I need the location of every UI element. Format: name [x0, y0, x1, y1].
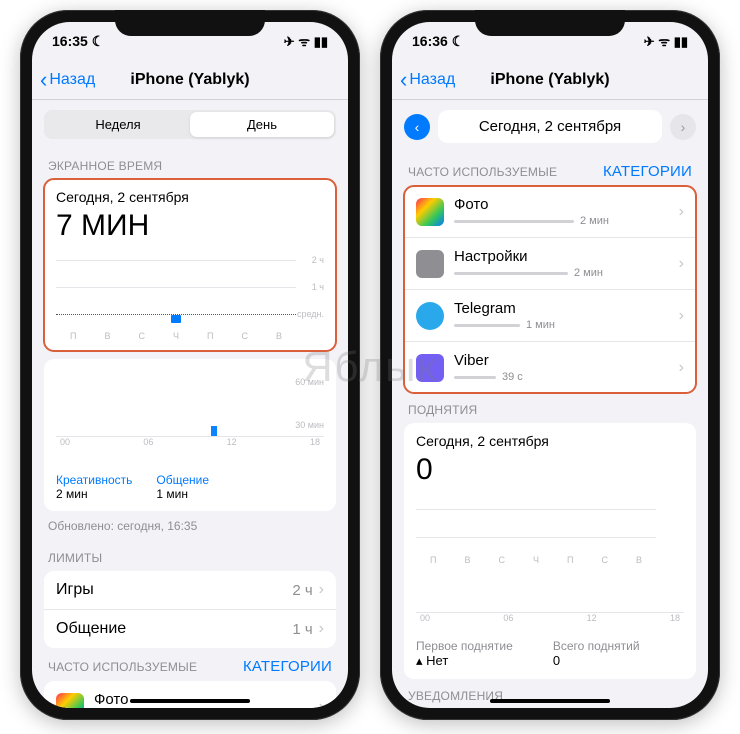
- limit-row[interactable]: Игры 2 ч›: [44, 571, 336, 610]
- pickups-date: Сегодня, 2 сентября: [416, 433, 684, 449]
- app-row[interactable]: Telegram 1 мин ›: [404, 290, 696, 342]
- phone-left: 16:35 ☾ ✈ ᯤ ▮▮ ‹ Назад iPhone (Yablyk) Н…: [20, 10, 360, 720]
- limits-list: Игры 2 ч› Общение 1 ч›: [44, 571, 336, 648]
- app-row[interactable]: Фото 2 мин ›: [404, 186, 696, 238]
- photos-icon: [416, 198, 444, 226]
- nav-bar: ‹ Назад iPhone (Yablyk): [392, 60, 708, 100]
- updated-text: Обновлено: сегодня, 16:35: [32, 511, 348, 541]
- pickups-hour-chart: 00061218: [416, 573, 684, 633]
- notch: [475, 10, 625, 36]
- screentime-date: Сегодня, 2 сентября: [56, 189, 324, 205]
- date-nav: ‹ Сегодня, 2 сентября ›: [404, 110, 696, 143]
- pickup-stats: Первое поднятие▴ Нет Всего поднятий0: [416, 639, 684, 669]
- section-header-mostused: ЧАСТО ИСПОЛЬЗУЕМЫЕ КАТЕГОРИИ: [32, 648, 348, 681]
- chevron-right-icon: ›: [319, 581, 324, 599]
- back-label: Назад: [49, 71, 95, 89]
- hourly-card[interactable]: 60 мин 30 мин 00061218 Креативность2 мин…: [44, 359, 336, 511]
- chevron-right-icon: ›: [319, 620, 324, 638]
- status-icons: ✈ ᯤ ▮▮: [644, 32, 688, 50]
- chevron-right-icon: ›: [679, 203, 684, 221]
- screentime-total: 7 МИН: [56, 209, 324, 243]
- limit-row[interactable]: Общение 1 ч›: [44, 610, 336, 648]
- seg-week[interactable]: Неделя: [46, 112, 190, 137]
- pickups-week-chart: ПВС ЧПСВ: [416, 495, 684, 565]
- app-row[interactable]: Настройки 2 мин ›: [404, 238, 696, 290]
- status-time: 16:35: [52, 33, 88, 49]
- app-row[interactable]: Фото 2 мин ›: [44, 681, 336, 708]
- mostused-list: Фото 2 мин › Настройки ›: [44, 681, 336, 708]
- home-indicator[interactable]: [130, 699, 250, 703]
- section-header-notifications: УВЕДОМЛЕНИЯ: [392, 679, 708, 708]
- legend: Креативность2 мин Общение1 мин: [56, 473, 324, 501]
- chevron-right-icon: ›: [679, 359, 684, 377]
- hourly-chart: 60 мин 30 мин 00061218: [56, 377, 324, 467]
- section-header-pickups: ПОДНЯТИЯ: [392, 393, 708, 423]
- status-icons: ✈ ᯤ ▮▮: [284, 32, 328, 50]
- mostused-list: Фото 2 мин › Настройки 2 мин › Telegram …: [404, 186, 696, 393]
- chevron-right-icon: ›: [679, 307, 684, 325]
- chevron-right-icon: ›: [319, 698, 324, 709]
- chevron-right-icon: ›: [679, 255, 684, 273]
- date-title: Сегодня, 2 сентября: [438, 110, 662, 143]
- back-button[interactable]: ‹ Назад: [40, 69, 95, 91]
- home-indicator[interactable]: [490, 699, 610, 703]
- chevron-left-icon: ‹: [400, 69, 407, 91]
- pickups-count: 0: [416, 453, 684, 487]
- nav-bar: ‹ Назад iPhone (Yablyk): [32, 60, 348, 100]
- status-time: 16:36: [412, 33, 448, 49]
- notch: [115, 10, 265, 36]
- categories-link[interactable]: КАТЕГОРИИ: [603, 163, 692, 180]
- chevron-left-icon: ‹: [40, 69, 47, 91]
- pickups-card[interactable]: Сегодня, 2 сентября 0 ПВС ЧПСВ 00061218: [404, 423, 696, 679]
- telegram-icon: [416, 302, 444, 330]
- settings-icon: [416, 250, 444, 278]
- photos-icon: [56, 693, 84, 709]
- screentime-card[interactable]: Сегодня, 2 сентября 7 МИН 2 ч 1 ч средн.…: [44, 179, 336, 351]
- categories-link[interactable]: КАТЕГОРИИ: [243, 658, 332, 675]
- section-header-screentime: ЭКРАННОЕ ВРЕМЯ: [32, 149, 348, 179]
- segmented-control[interactable]: Неделя День: [44, 110, 336, 139]
- app-row[interactable]: Viber 39 с ›: [404, 342, 696, 393]
- section-header-limits: ЛИМИТЫ: [32, 541, 348, 571]
- back-label: Назад: [409, 71, 455, 89]
- weekly-chart: 2 ч 1 ч средн. ПВС ЧПСВ: [56, 251, 324, 341]
- phone-right: 16:36 ☾ ✈ ᯤ ▮▮ ‹ Назад iPhone (Yablyk) ‹…: [380, 10, 720, 720]
- prev-day-button[interactable]: ‹: [404, 114, 430, 140]
- section-header-mostused: ЧАСТО ИСПОЛЬЗУЕМЫЕ КАТЕГОРИИ: [392, 153, 708, 186]
- back-button[interactable]: ‹ Назад: [400, 69, 455, 91]
- next-day-button[interactable]: ›: [670, 114, 696, 140]
- viber-icon: [416, 354, 444, 382]
- seg-day[interactable]: День: [190, 112, 334, 137]
